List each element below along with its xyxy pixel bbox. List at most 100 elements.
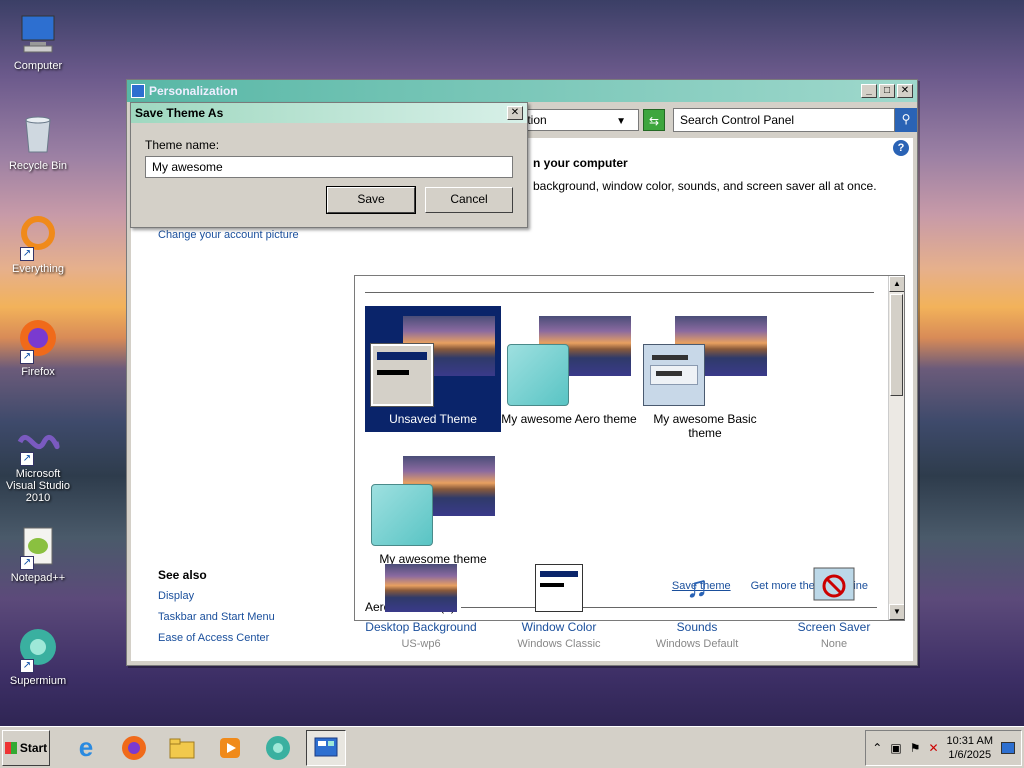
desktop-icon-label: Supermium [9, 675, 67, 687]
bottom-item-title: Sounds [676, 620, 718, 634]
everything-icon: ↗ [16, 215, 60, 261]
window-color-item[interactable]: Window Color Windows Classic [499, 564, 619, 650]
cancel-button[interactable]: Cancel [425, 187, 513, 213]
window-titlebar[interactable]: Personalization _ □ ✕ [127, 80, 917, 102]
save-theme-dialog: Save Theme As ✕ Theme name: My awesome S… [130, 102, 528, 228]
see-also-heading: See also [158, 568, 207, 582]
bottom-item-title: Desktop Background [365, 620, 477, 634]
supermium-icon [266, 735, 290, 760]
shortcut-arrow-icon: ↗ [20, 556, 34, 570]
chevron-down-icon[interactable]: ▼ [616, 116, 626, 127]
bottom-item-sub: US-wp6 [401, 638, 441, 650]
taskbar-explorer[interactable] [162, 730, 202, 766]
desktop-icon-supermium[interactable]: ↗ Supermium [0, 627, 76, 687]
desktop-icon-computer[interactable]: Computer [0, 12, 76, 72]
shortcut-arrow-icon: ↗ [20, 452, 34, 466]
maximize-button[interactable]: □ [879, 84, 895, 98]
desktop-icon-recycle-bin[interactable]: Recycle Bin [0, 112, 76, 172]
media-player-icon [220, 737, 240, 758]
clock-date: 1/6/2025 [948, 748, 992, 761]
theme-basic[interactable]: My awesome Basic theme [637, 306, 773, 440]
taskbar-control-panel[interactable] [306, 729, 346, 766]
close-button[interactable]: ✕ [897, 84, 913, 98]
start-button[interactable]: Start [2, 729, 50, 766]
recycle-bin-icon [16, 112, 60, 156]
desktop-icon-label: Notepad++ [10, 572, 66, 584]
tray-expand-icon[interactable]: ⌃ [872, 741, 882, 755]
theme-thumbnail [370, 316, 495, 408]
volume-muted-icon[interactable]: ✕ [928, 741, 938, 755]
desktop-icon-label: Microsoft Visual Studio 2010 [5, 468, 70, 504]
taskbar-supermium[interactable] [258, 730, 298, 766]
taskbar-media-player[interactable] [210, 730, 250, 766]
minimize-button[interactable]: _ [861, 84, 877, 98]
search-placeholder: Search Control Panel [680, 113, 795, 127]
sounds-item[interactable]: ♫ Sounds Windows Default [637, 564, 757, 650]
bottom-item-sub: None [820, 638, 848, 650]
window-color-icon [535, 564, 583, 612]
network-icon[interactable]: ▣ [890, 741, 901, 755]
control-panel-icon [131, 84, 145, 98]
theme-name-input[interactable]: My awesome [145, 156, 513, 178]
theme-label: My awesome Basic theme [653, 412, 757, 440]
theme-aero[interactable]: My awesome Aero theme [501, 306, 637, 432]
desktop-icon-visual-studio[interactable]: ↗ Microsoft Visual Studio 2010 [0, 420, 76, 504]
computer-icon [16, 12, 60, 56]
theme-thumbnail [507, 316, 631, 408]
desktop-icon-label: Everything [12, 263, 64, 275]
shortcut-arrow-icon: ↗ [20, 659, 34, 673]
bottom-item-title: Window Color [521, 620, 597, 634]
page-heading: n your computer [533, 156, 628, 170]
theme-unsaved[interactable]: Unsaved Theme [365, 306, 501, 432]
taskbar: Start e ⌃ ▣ ⚑ ✕ 10:31 AM 1/6/2025 [0, 726, 1024, 768]
folder-icon [169, 738, 195, 758]
taskbar-start-menu-link[interactable]: Taskbar and Start Menu [158, 611, 275, 623]
bottom-item-title: Screen Saver [797, 620, 871, 634]
help-icon[interactable]: ? [893, 140, 909, 156]
search-icon[interactable]: ⚲ [895, 108, 917, 132]
sounds-icon: ♫ [685, 571, 709, 604]
system-tray: ⌃ ▣ ⚑ ✕ 10:31 AM 1/6/2025 [865, 729, 1022, 766]
theme-name-label: Theme name: [145, 138, 220, 152]
desktop-icon-firefox[interactable]: ↗ Firefox [0, 318, 76, 378]
taskbar-ie[interactable]: e [66, 730, 106, 766]
desktop-background-icon [385, 564, 457, 612]
windows-flag-icon [4, 741, 17, 754]
start-label: Start [19, 740, 48, 755]
clock[interactable]: 10:31 AM 1/6/2025 [947, 734, 993, 762]
control-panel-icon [314, 737, 338, 756]
search-input[interactable]: Search Control Panel [673, 108, 895, 132]
change-account-picture-link[interactable]: Change your account picture [158, 229, 299, 241]
desktop-icon-notepadpp[interactable]: ↗ Notepad++ [0, 524, 76, 584]
ease-of-access-link[interactable]: Ease of Access Center [158, 632, 275, 644]
display-link[interactable]: Display [158, 590, 275, 602]
dialog-titlebar[interactable]: Save Theme As ✕ [131, 103, 527, 123]
window-title: Personalization [149, 84, 238, 98]
theme-thumbnail [643, 316, 767, 408]
taskbar-firefox[interactable] [114, 730, 154, 766]
theme-my-awesome[interactable]: My awesome theme [365, 446, 501, 572]
theme-thumbnail [371, 456, 495, 548]
scroll-thumb[interactable] [890, 294, 903, 396]
action-center-flag-icon[interactable]: ⚑ [910, 741, 921, 755]
show-desktop-icon[interactable] [1001, 741, 1015, 754]
desktop-icon-label: Recycle Bin [8, 160, 68, 172]
page-subheading: background, window color, sounds, and sc… [533, 179, 877, 193]
firefox-icon [122, 735, 146, 760]
theme-label: Unsaved Theme [389, 412, 477, 426]
shortcut-arrow-icon: ↗ [20, 247, 34, 261]
supermium-icon: ↗ [16, 627, 60, 673]
screen-saver-item[interactable]: Screen Saver None [774, 564, 894, 650]
desktop-icon-everything[interactable]: ↗ Everything [0, 215, 76, 275]
refresh-button[interactable]: ⇆ [643, 109, 665, 131]
ie-icon: e [78, 732, 94, 762]
screen-saver-icon [810, 564, 858, 612]
dialog-close-button[interactable]: ✕ [507, 106, 523, 120]
desktop-icon-label: Computer [13, 60, 63, 72]
desktop-background-item[interactable]: Desktop Background US-wp6 [361, 564, 481, 650]
desktop-icon-label: Firefox [21, 366, 55, 378]
dialog-title: Save Theme As [135, 106, 224, 120]
scroll-up-button[interactable]: ▲ [889, 276, 904, 292]
bottom-item-sub: Windows Default [655, 638, 739, 650]
save-button[interactable]: Save [326, 186, 416, 214]
